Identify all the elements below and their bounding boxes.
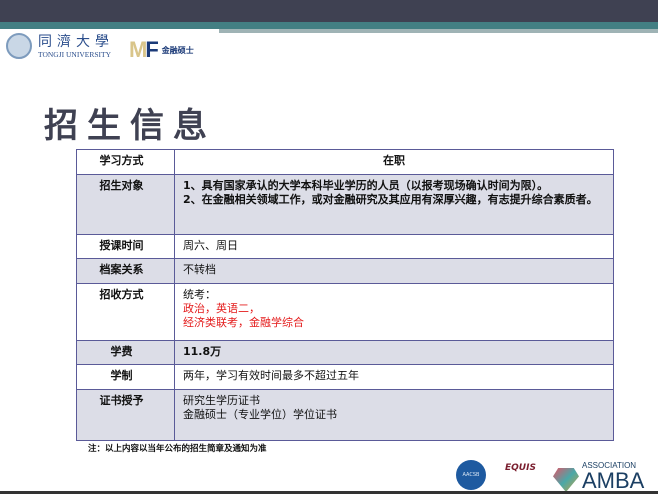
- equis-logo: EQUIS: [505, 463, 536, 473]
- university-seal-icon: [6, 33, 32, 59]
- table-row: 招收方式 统考： 政治，英语二， 经济类联考，金融学综合: [76, 283, 614, 341]
- row-value: 两年，学习有效时间最多不超过五年: [174, 364, 614, 390]
- row-value: 1、具有国家承认的大学本科毕业学历的人员（以报考现场确认时间为限）。 2、在金融…: [174, 174, 614, 235]
- mf-logo: MF 金融硕士: [129, 37, 194, 62]
- row-key: 学制: [76, 364, 175, 390]
- table-row: 学制 两年，学习有效时间最多不超过五年: [76, 364, 614, 390]
- table-row: 授课时间 周六、周日: [76, 234, 614, 259]
- line: 金融硕士（专业学位）学位证书: [183, 408, 337, 421]
- aacsb-logo: AACSB: [456, 460, 486, 490]
- mf-logo-m: M: [129, 37, 147, 62]
- row-key: 证书授予: [76, 389, 175, 441]
- row-value: 11.8万: [174, 340, 614, 365]
- row-value: 不转档: [174, 258, 614, 284]
- top-bar: [0, 0, 658, 22]
- table-row: 证书授予 研究生学历证书 金融硕士（专业学位）学位证书: [76, 389, 614, 441]
- admission-table: 学习方式 在职 招生对象 1、具有国家承认的大学本科毕业学历的人员（以报考现场确…: [76, 149, 614, 441]
- table-row: 招生对象 1、具有国家承认的大学本科毕业学历的人员（以报考现场确认时间为限）。 …: [76, 174, 614, 235]
- line: 研究生学历证书: [183, 394, 260, 407]
- row-key: 授课时间: [76, 234, 175, 259]
- line: 经济类联考，金融学综合: [183, 316, 304, 329]
- mf-logo-text: 金融硕士: [161, 45, 194, 55]
- row-value: 统考： 政治，英语二， 经济类联考，金融学综合: [174, 283, 614, 341]
- header-value: 在职: [174, 149, 614, 175]
- line: 2、在金融相关领域工作，或对金融研究及其应用有深厚兴趣，有志提升综合素质者。: [183, 193, 598, 206]
- footnote: 注：以上内容以当年公布的招生简章及通知为准: [88, 444, 267, 454]
- amba-diamond-icon: [553, 468, 579, 492]
- row-key: 档案关系: [76, 258, 175, 284]
- amba-text: AMBA: [582, 468, 645, 493]
- table-header-row: 学习方式 在职: [76, 149, 614, 175]
- line: 政治，英语二，: [183, 302, 260, 315]
- line: 1、具有国家承认的大学本科毕业学历的人员（以报考现场确认时间为限）。: [183, 179, 549, 192]
- gray-band: [219, 29, 658, 33]
- table-row: 档案关系 不转档: [76, 258, 614, 284]
- page-title: 招生信息: [44, 106, 216, 146]
- tongji-logo: 同濟大學 TONGJI UNIVERSITY: [6, 33, 114, 59]
- row-value: 周六、周日: [174, 234, 614, 259]
- line: 统考：: [183, 288, 216, 301]
- row-value: 研究生学历证书 金融硕士（专业学位）学位证书: [174, 389, 614, 441]
- accent-stripe: [0, 22, 658, 29]
- row-key: 学费: [76, 340, 175, 365]
- university-name-cn: 同濟大學: [38, 33, 114, 50]
- university-name-en: TONGJI UNIVERSITY: [38, 49, 111, 59]
- table-row: 学费 11.8万: [76, 340, 614, 365]
- header-key: 学习方式: [76, 149, 175, 175]
- mf-logo-f: F: [145, 37, 159, 62]
- amba-logo: ASSOCIATION AMBA: [553, 462, 644, 492]
- row-key: 招收方式: [76, 283, 175, 341]
- row-key: 招生对象: [76, 174, 175, 235]
